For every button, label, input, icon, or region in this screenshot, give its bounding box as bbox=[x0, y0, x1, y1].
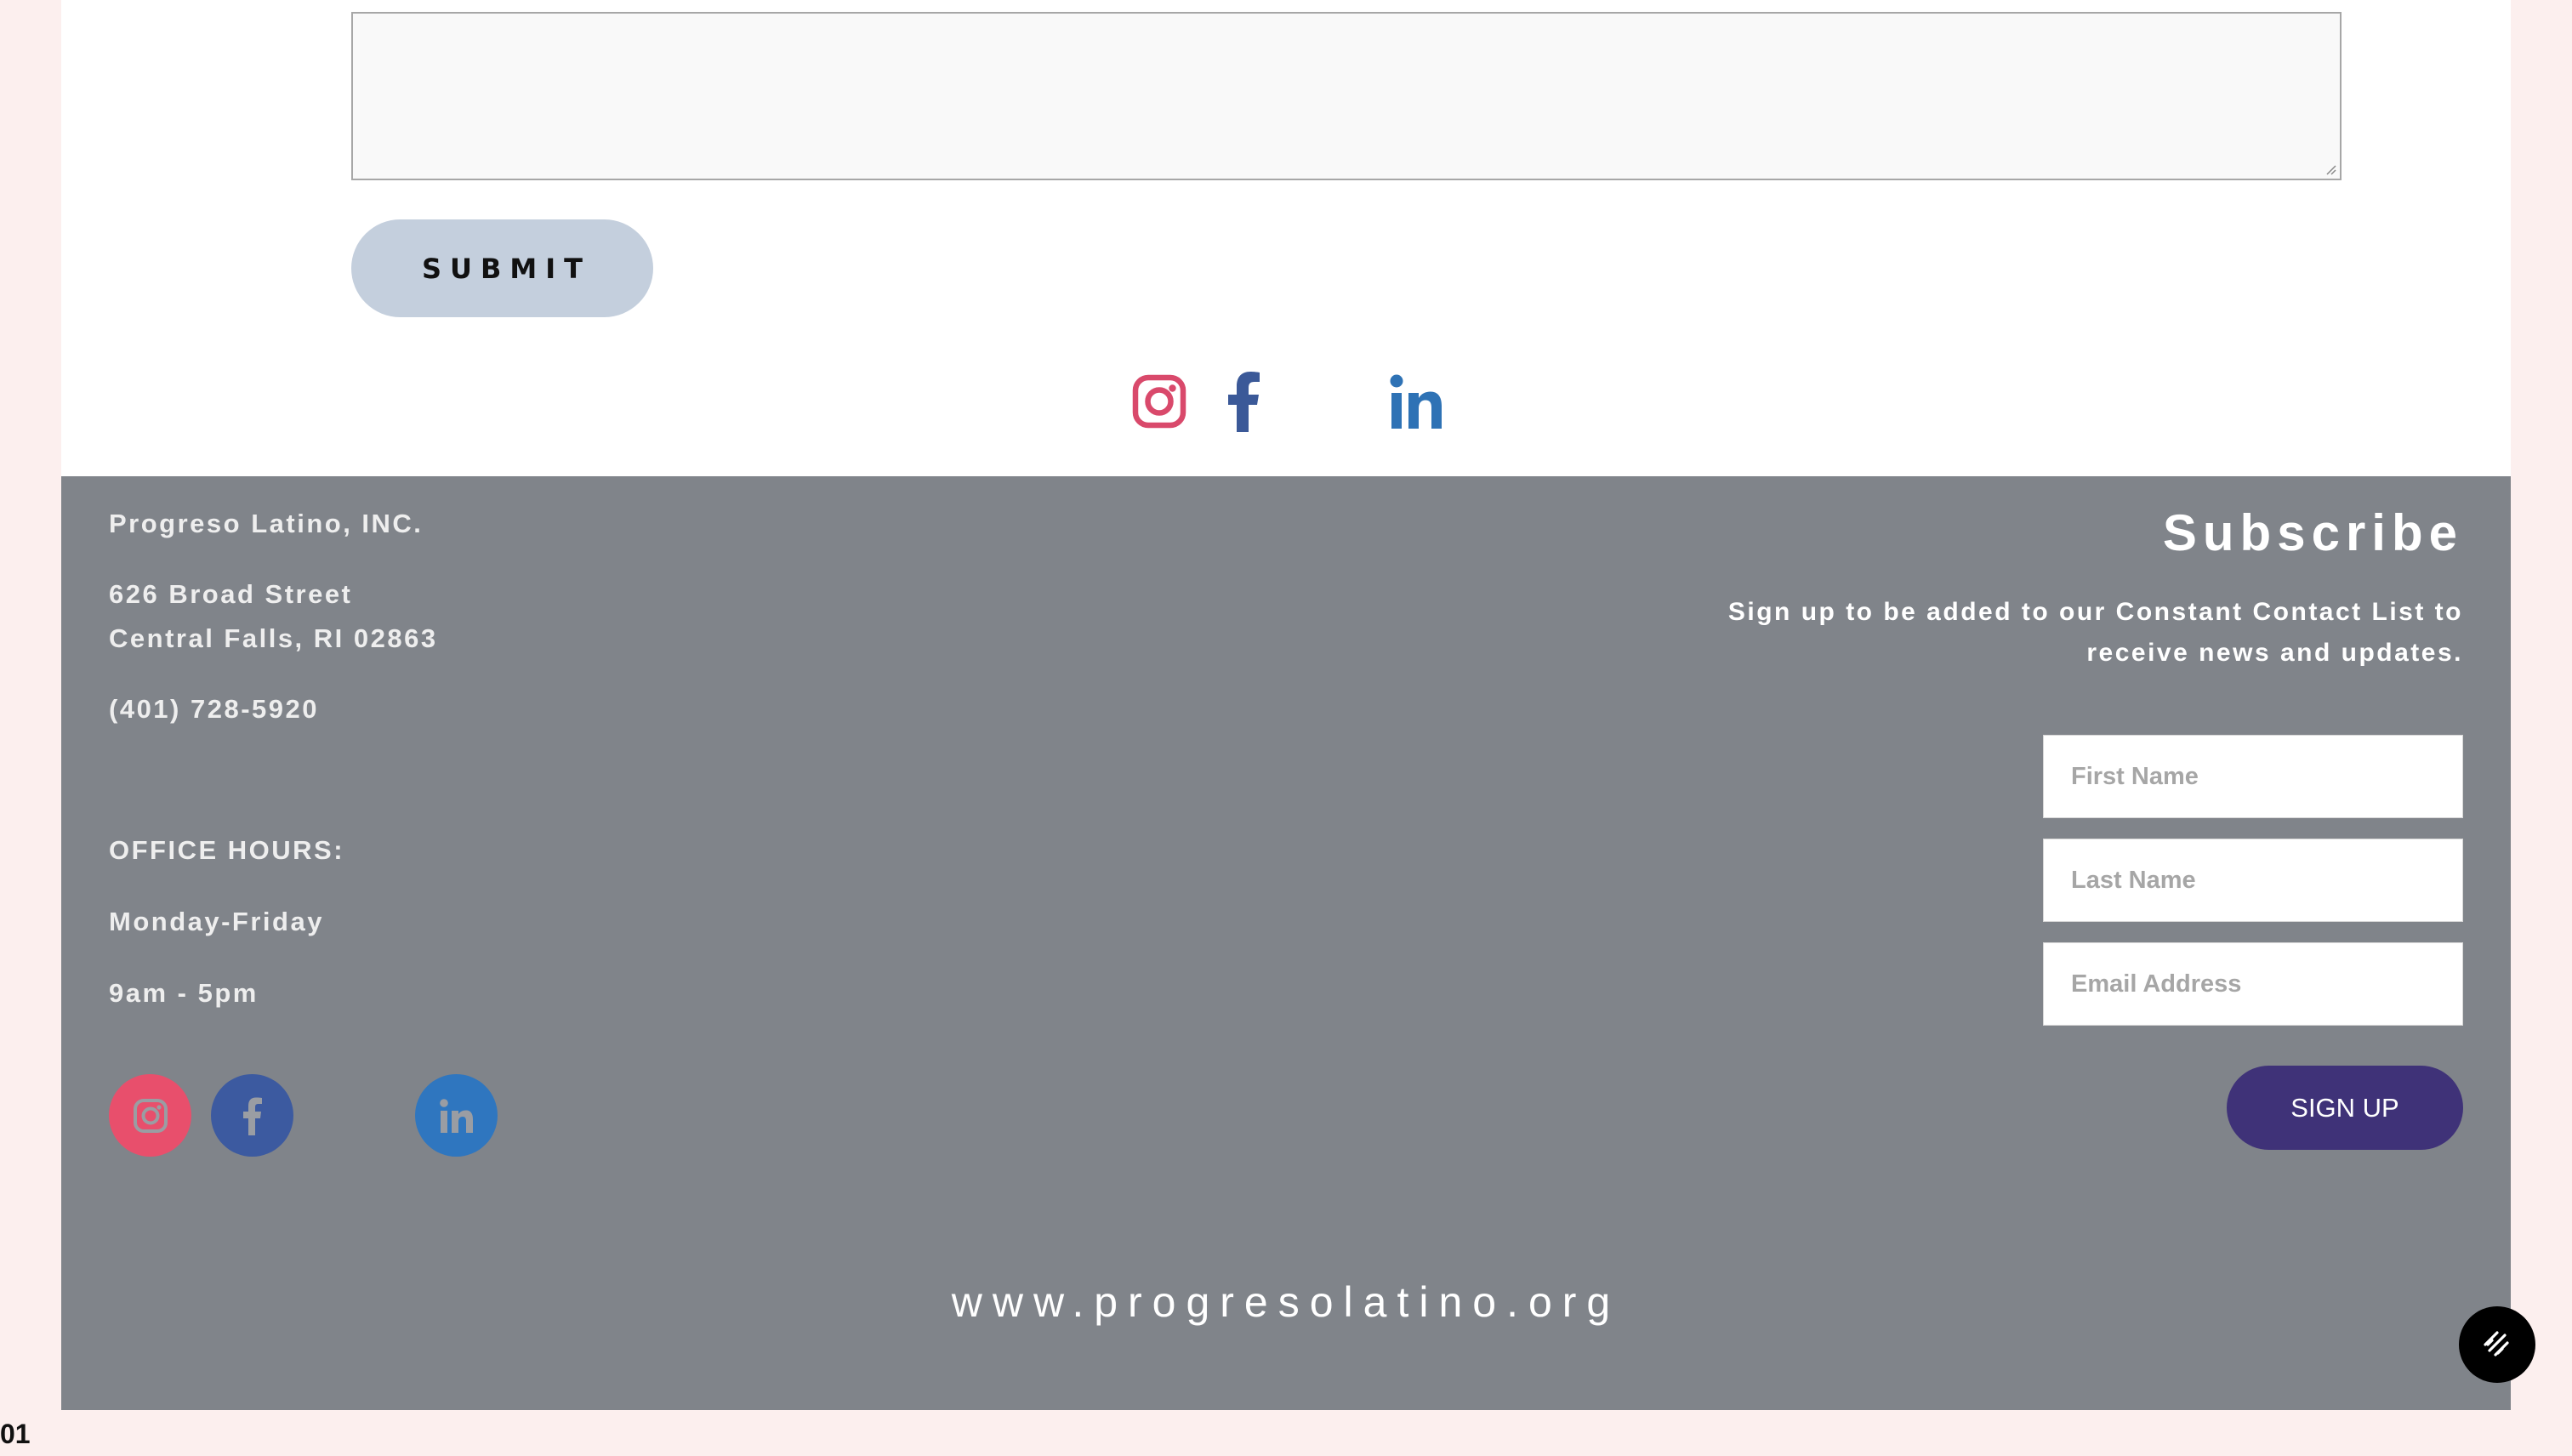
message-textarea[interactable] bbox=[351, 12, 2342, 180]
subscribe-title: Subscribe bbox=[2162, 504, 2463, 561]
facebook-glyph-icon bbox=[242, 1097, 262, 1135]
linkedin-icon[interactable] bbox=[1388, 371, 1444, 432]
org-name: Progreso Latino, INC. bbox=[109, 509, 424, 538]
sign-up-button[interactable]: SIGN UP bbox=[2227, 1066, 2463, 1150]
instagram-icon[interactable] bbox=[1131, 371, 1187, 432]
address-line-2: Central Falls, RI 02863 bbox=[109, 623, 438, 653]
email-field[interactable] bbox=[2043, 942, 2463, 1026]
last-name-field[interactable] bbox=[2043, 839, 2463, 922]
subscribe-description: Sign up to be added to our Constant Cont… bbox=[1727, 598, 2463, 667]
phone-number[interactable]: (401) 728-5920 bbox=[109, 687, 319, 731]
sign-up-button-label: SIGN UP bbox=[2290, 1092, 2399, 1123]
site-footer: Progreso Latino, INC. 626 Broad Street C… bbox=[61, 476, 2511, 1410]
address-line-1: 626 Broad Street bbox=[109, 579, 353, 609]
footer-facebook-icon[interactable] bbox=[211, 1074, 293, 1157]
linkedin-glyph-icon bbox=[439, 1098, 473, 1133]
page-number-label: 01 bbox=[0, 1419, 31, 1449]
squarespace-glyph-icon bbox=[2484, 1331, 2509, 1356]
office-hours-heading: OFFICE HOURS: bbox=[109, 835, 345, 865]
first-name-field[interactable] bbox=[2043, 735, 2463, 818]
website-url[interactable]: www.progresolatino.org bbox=[61, 1277, 2511, 1327]
resize-handle-icon[interactable] bbox=[2324, 163, 2336, 175]
submit-button[interactable]: SUBMIT bbox=[351, 219, 653, 317]
office-hours-time: 9am - 5pm bbox=[109, 978, 259, 1008]
instagram-glyph-icon bbox=[133, 1098, 168, 1133]
submit-button-label: SUBMIT bbox=[422, 252, 591, 285]
squarespace-logo-icon[interactable] bbox=[2459, 1306, 2535, 1383]
office-hours-days: Monday-Friday bbox=[109, 907, 324, 936]
footer-instagram-icon[interactable] bbox=[109, 1074, 191, 1157]
footer-linkedin-icon[interactable] bbox=[415, 1074, 498, 1157]
facebook-icon[interactable] bbox=[1225, 371, 1264, 432]
